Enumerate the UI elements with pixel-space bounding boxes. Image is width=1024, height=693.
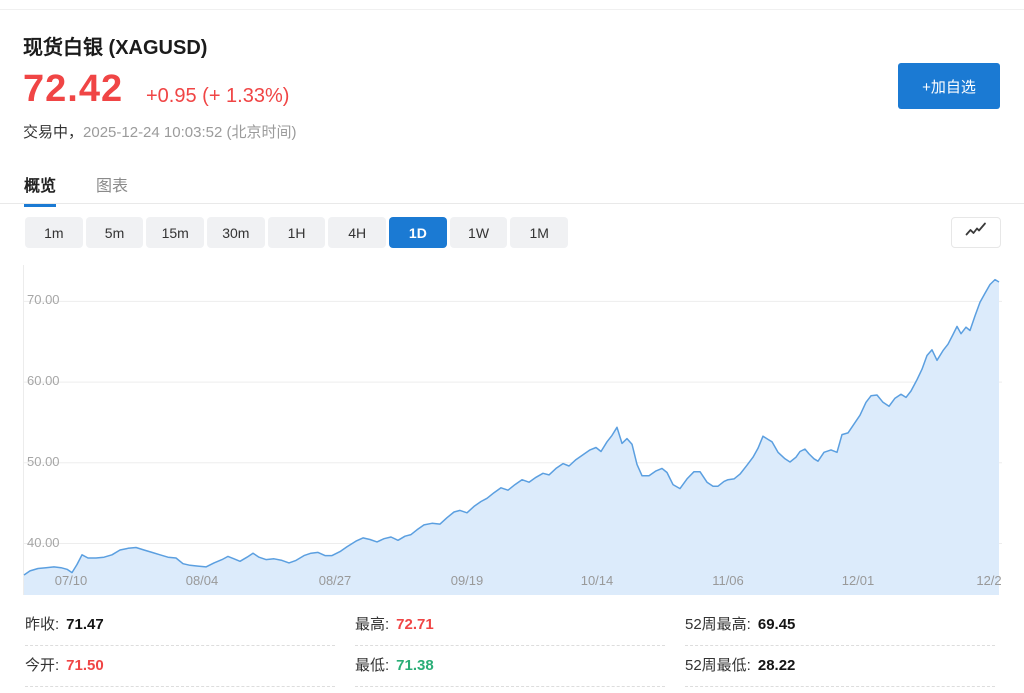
timeframe-1d[interactable]: 1D [389,217,447,248]
stat-value: 28.22 [758,657,796,674]
stat-52w-low: 52周最低:28.22 [685,646,995,687]
y-axis-label: 60.00 [27,373,60,388]
stats-column: 52周最高:69.45 52周最低:28.22 [685,605,995,687]
last-price: 72.42 [23,68,123,111]
x-axis-label: 12/2 [961,573,1002,588]
timeframe-1m[interactable]: 1m [25,217,83,248]
stat-52w-high: 52周最高:69.45 [685,605,995,646]
tabs-divider [0,203,1024,204]
y-axis-label: 70.00 [27,292,60,307]
chart-style-button[interactable] [951,217,1001,248]
add-watchlist-button[interactable]: +加自选 [898,63,1000,109]
tab-bar: 概览 图表 [24,172,128,207]
stat-value: 72.71 [396,616,434,633]
quote-timestamp: 2025-12-24 10:03:52 (北京时间) [83,124,296,141]
stat-value: 69.45 [758,616,796,633]
tab-chart[interactable]: 图表 [96,172,128,207]
stat-open: 今开:71.50 [25,646,335,687]
timeframe-15m[interactable]: 15m [146,217,204,248]
stats-section: 昨收:71.47 今开:71.50 最高:72.71 最低:71.38 52周最… [25,605,995,687]
x-axis-label: 07/10 [43,573,99,588]
tab-overview[interactable]: 概览 [24,172,56,207]
x-axis-label: 09/19 [439,573,495,588]
page-title: 现货白银 (XAGUSD) [23,31,207,60]
timeframe-4h[interactable]: 4H [328,217,386,248]
stat-prev-close: 昨收:71.47 [25,605,335,646]
stat-value: 71.50 [66,657,104,674]
line-chart-icon [965,222,987,243]
stats-column: 昨收:71.47 今开:71.50 [25,605,335,687]
quote-page: 现货白银 (XAGUSD) +加自选 72.42 +0.95 (+ 1.33%)… [0,0,1024,693]
stat-value: 71.38 [396,657,434,674]
timeframe-5m[interactable]: 5m [86,217,144,248]
timeframe-1w[interactable]: 1W [450,217,508,248]
quote-status: 交易中，2025-12-24 10:03:52 (北京时间) [23,121,296,142]
timeframe-bar: 1m 5m 15m 30m 1H 4H 1D 1W 1M [25,217,568,248]
x-axis-label: 08/27 [307,573,363,588]
price-chart[interactable]: 40.00 50.00 60.00 70.00 07/10 08/04 08/27 09/19… [23,265,1002,595]
x-axis-label: 11/06 [700,573,756,588]
price-chart-canvas [23,265,1002,595]
x-axis-label: 12/01 [830,573,886,588]
x-axis-label: 10/14 [569,573,625,588]
x-axis-label: 08/04 [174,573,230,588]
stat-low: 最低:71.38 [355,646,665,687]
stats-column: 最高:72.71 最低:71.38 [355,605,665,687]
stat-value: 71.47 [66,616,104,633]
price-area [24,280,999,595]
timeframe-1h[interactable]: 1H [268,217,326,248]
y-axis-label: 40.00 [27,535,60,550]
timeframe-1M[interactable]: 1M [510,217,568,248]
price-change: +0.95 (+ 1.33%) [146,85,289,108]
y-axis-label: 50.00 [27,454,60,469]
stat-high: 最高:72.71 [355,605,665,646]
timeframe-30m[interactable]: 30m [207,217,265,248]
trading-status: 交易中， [23,124,83,141]
top-divider [0,9,1024,10]
